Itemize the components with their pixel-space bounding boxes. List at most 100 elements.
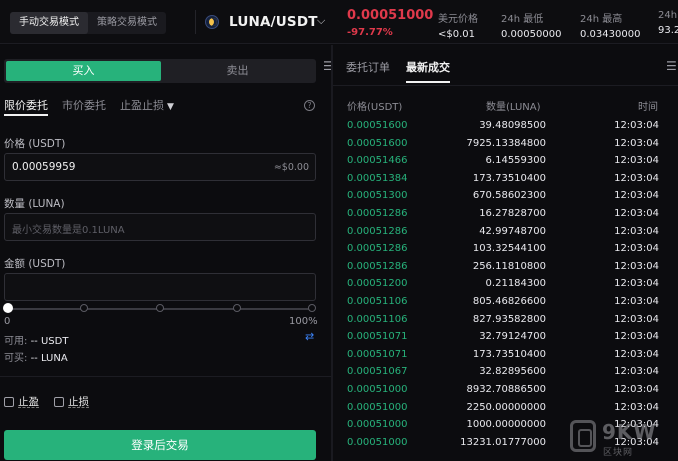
- trade-amount: 1000.00000000: [466, 419, 546, 431]
- trade-amount: 42.99748700: [479, 225, 546, 237]
- trade-price: 0.00051071: [347, 348, 408, 360]
- trade-time: 12:03:04: [614, 260, 659, 272]
- checkbox-box: [4, 396, 14, 407]
- tab-limit-order[interactable]: 限价委托: [4, 98, 48, 116]
- trade-amount: 16.27828700: [479, 208, 546, 219]
- trade-row: 0.00051600 39.48098500 12:03:04: [333, 118, 678, 136]
- pair-selector[interactable]: LUNA/USDT: [229, 14, 318, 30]
- order-form: 买入 卖出 ☰ 限价委托 市价委托 止盈止损 ▼ ? 价格 (USDT) 0.00…: [0, 45, 334, 461]
- trade-price: 0.00051286: [347, 243, 408, 255]
- trade-time: 12:03:04: [614, 225, 659, 237]
- amount-placeholder: 最小交易数量是0.1LUNA: [12, 225, 125, 236]
- slider-step-25[interactable]: [80, 304, 88, 312]
- trade-time: 12:03:04: [614, 243, 659, 255]
- trade-time: 12:03:04: [614, 190, 659, 202]
- trade-price: 0.00051600: [347, 137, 408, 149]
- trade-amount: 6.14559300: [485, 155, 546, 167]
- column-header-time: 时间: [638, 102, 658, 113]
- trade-time: 12:03:04: [614, 313, 659, 325]
- trade-price: 0.00051071: [347, 331, 408, 343]
- sell-tab[interactable]: 卖出: [161, 61, 314, 81]
- trade-time: 12:03:04: [614, 384, 659, 395]
- trade-time: 12:03:04: [614, 137, 659, 149]
- trade-row: 0.00051286 103.32544100 12:03:04: [333, 241, 678, 259]
- slider-min-label: 0: [4, 316, 11, 327]
- trade-row: 0.00051106 827.93582800 12:03:04: [333, 312, 678, 330]
- trade-amount: 103.32544100: [472, 243, 546, 255]
- last-price: 0.00051000: [347, 8, 434, 23]
- trade-time: 12:03:04: [614, 278, 659, 290]
- trade-price: 0.00051384: [347, 172, 408, 184]
- stat-24h-high: 24h 最高 0.03430000: [580, 10, 640, 40]
- trade-price: 0.00051286: [347, 260, 408, 272]
- trade-amount: 7925.13384800: [466, 137, 546, 149]
- watermark-text: 9KW: [602, 420, 657, 444]
- trade-price: 0.00051286: [347, 225, 408, 237]
- can-buy-label: 可买:: [4, 353, 28, 364]
- tab-market-order[interactable]: 市价委托: [62, 98, 106, 116]
- price-input[interactable]: 0.00059959 ≈$0.00: [4, 153, 316, 181]
- total-input[interactable]: [4, 273, 316, 301]
- luna-logo-icon: [205, 15, 219, 29]
- column-header-price: 价格(USDT): [347, 102, 403, 113]
- trade-price: 0.00051600: [347, 120, 408, 131]
- stat-label: 24h 最低: [501, 14, 544, 25]
- trade-row: 0.00051071 173.73510400 12:03:04: [333, 347, 678, 365]
- chevron-down-icon[interactable]: ⌵: [317, 14, 325, 28]
- slider-step-100[interactable]: [308, 304, 316, 312]
- slider-handle[interactable]: [3, 303, 13, 313]
- tab-open-orders[interactable]: 委托订单: [346, 59, 390, 83]
- trade-price: 0.00051106: [347, 296, 408, 307]
- column-header-amount: 数量(LUNA): [486, 102, 541, 113]
- available-value: -- USDT: [30, 336, 69, 347]
- menu-icon[interactable]: ☰: [666, 59, 677, 73]
- strategy-mode-tab[interactable]: 策略交易模式: [88, 12, 166, 34]
- price-value: 0.00059959: [12, 161, 76, 173]
- trade-row: 0.00051071 32.79124700 12:03:04: [333, 329, 678, 347]
- tab-latest-trades[interactable]: 最新成交: [406, 59, 450, 83]
- tab-stop-order[interactable]: 止盈止损 ▼: [120, 98, 174, 116]
- help-icon[interactable]: ?: [304, 100, 315, 111]
- take-profit-checkbox[interactable]: 止盈: [4, 394, 39, 409]
- trade-amount: 32.79124700: [479, 331, 546, 343]
- trade-row: 0.00051384 173.73510400 12:03:04: [333, 171, 678, 189]
- trade-price: 0.00051000: [347, 384, 408, 395]
- slider-step-50[interactable]: [156, 304, 164, 312]
- tab-stop-order-label: 止盈止损: [120, 99, 164, 112]
- stop-loss-label: 止损: [68, 396, 89, 408]
- trade-amount: 173.73510400: [472, 172, 546, 184]
- trade-price: 0.00051300: [347, 190, 408, 202]
- total-label: 金额 (USDT): [4, 258, 66, 270]
- slider-step-75[interactable]: [233, 304, 241, 312]
- trade-row: 0.00051067 32.82895600 12:03:04: [333, 364, 678, 382]
- divider: [195, 10, 196, 34]
- stat-value: 0.03430000: [580, 29, 641, 40]
- trade-amount: 173.73510400: [472, 348, 546, 360]
- login-to-trade-button[interactable]: 登录后交易: [4, 430, 316, 460]
- stat-value: 93.2: [658, 25, 678, 36]
- stat-label: 24h 最高: [580, 14, 623, 25]
- trade-price: 0.00051286: [347, 208, 408, 219]
- stop-loss-checkbox[interactable]: 止损: [54, 394, 89, 409]
- trade-time: 12:03:04: [614, 208, 659, 219]
- amount-label: 数量 (LUNA): [4, 198, 65, 210]
- trade-row: 0.00051300 670.58602300 12:03:04: [333, 188, 678, 206]
- trade-amount: 13231.01777000: [460, 436, 546, 448]
- can-buy-value: -- LUNA: [30, 353, 68, 364]
- take-profit-label: 止盈: [18, 396, 39, 408]
- trade-amount: 827.93582800: [472, 313, 546, 325]
- trade-amount: 2250.00000000: [466, 401, 546, 413]
- price-label: 价格 (USDT): [4, 138, 66, 150]
- divider: [0, 376, 331, 377]
- buy-tab[interactable]: 买入: [6, 61, 161, 81]
- stat-label: 24h: [658, 10, 678, 21]
- manual-mode-tab[interactable]: 手动交易模式: [10, 12, 88, 34]
- trade-row: 0.00051286 16.27828700 12:03:04: [333, 206, 678, 224]
- stat-value: 0.00050000: [501, 29, 562, 40]
- trade-time: 12:03:04: [614, 172, 659, 184]
- trade-amount: 256.11810800: [472, 260, 546, 272]
- watermark-logo: 9KW 区块网: [570, 420, 678, 460]
- stat-24h-low: 24h 最低 0.00050000: [501, 10, 561, 40]
- amount-input[interactable]: 最小交易数量是0.1LUNA: [4, 213, 316, 241]
- swap-icon[interactable]: ⇄: [305, 330, 314, 343]
